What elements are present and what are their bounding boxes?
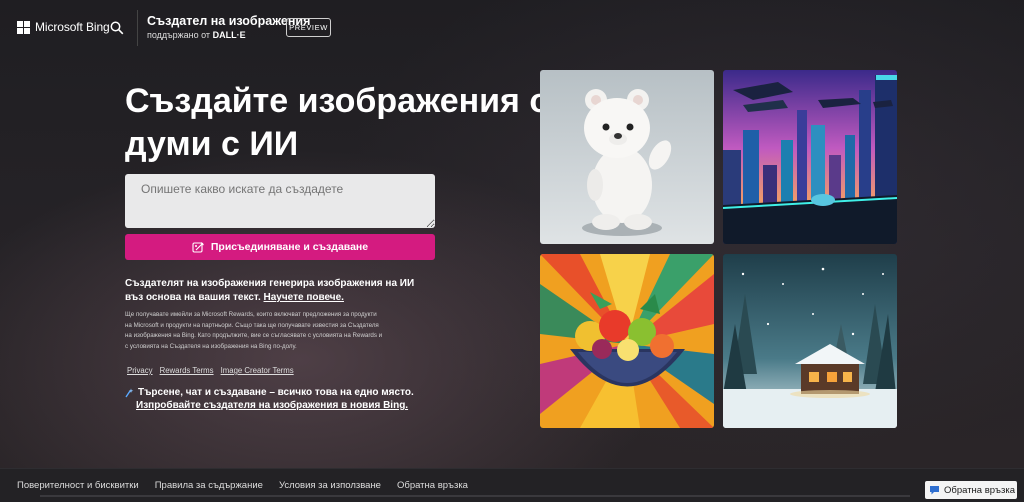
feedback-button-label: Обратна връзка bbox=[944, 484, 1015, 496]
top-header: Microsoft Bing Създател на изображения п… bbox=[0, 0, 1024, 56]
learn-more-link[interactable]: Научете повече. bbox=[264, 292, 344, 303]
footer-link-privacy[interactable]: Поверителност и бисквитки bbox=[17, 480, 139, 491]
gallery-image-snowy-cabin[interactable] bbox=[723, 254, 897, 428]
gallery-image-fruit-bowl[interactable] bbox=[540, 254, 714, 428]
microsoft-logo-icon bbox=[17, 20, 30, 34]
join-and-create-button[interactable]: Присъединяване и създаване bbox=[125, 234, 435, 260]
search-button[interactable] bbox=[103, 14, 131, 42]
promo-text: Търсене, чат и създаване – всичко това н… bbox=[138, 387, 414, 398]
try-new-bing-link[interactable]: Изпробвайте създателя на изображения в н… bbox=[136, 400, 444, 411]
gallery-image-polar-bear[interactable] bbox=[540, 70, 714, 244]
horizontal-scrollbar[interactable] bbox=[40, 495, 910, 497]
footer-link-content-policy[interactable]: Правила за съдържание bbox=[155, 480, 263, 491]
gallery-image-futuristic-city[interactable] bbox=[723, 70, 897, 244]
logo-text: Microsoft Bing bbox=[35, 20, 110, 34]
image-creator-terms-link[interactable]: Image Creator Terms bbox=[221, 366, 294, 375]
dalle-brand: DALL·E bbox=[212, 30, 246, 40]
terms-links: Privacy Rewards Terms Image Creator Term… bbox=[127, 366, 294, 375]
create-icon bbox=[192, 241, 204, 253]
header-divider bbox=[137, 10, 138, 46]
preview-badge: PREVIEW bbox=[286, 18, 331, 37]
rewards-terms-link[interactable]: Rewards Terms bbox=[160, 366, 214, 375]
new-bing-promo: Търсене, чат и създаване – всичко това н… bbox=[124, 387, 444, 411]
hero-title: Създайте изображения от думи с ИИ bbox=[125, 82, 566, 163]
sparkle-icon bbox=[125, 388, 134, 397]
privacy-link[interactable]: Privacy bbox=[127, 366, 153, 375]
footer-link-feedback[interactable]: Обратна връзка bbox=[397, 480, 468, 491]
footer-links: Поверителност и бисквитки Правила за съд… bbox=[17, 480, 468, 491]
join-button-label: Присъединяване и създаване bbox=[210, 241, 369, 253]
prompt-input[interactable] bbox=[125, 174, 435, 228]
rewards-fine-print: Ще получавате имейли за Microsoft Reward… bbox=[125, 311, 383, 350]
search-icon bbox=[110, 21, 124, 35]
feedback-button[interactable]: Обратна връзка bbox=[925, 481, 1017, 499]
bing-logo[interactable]: Microsoft Bing bbox=[17, 20, 110, 34]
info-text: Създателят на изображения генерира изобр… bbox=[125, 278, 415, 303]
feedback-icon bbox=[930, 485, 939, 494]
footer-link-terms[interactable]: Условия за използване bbox=[279, 480, 381, 491]
